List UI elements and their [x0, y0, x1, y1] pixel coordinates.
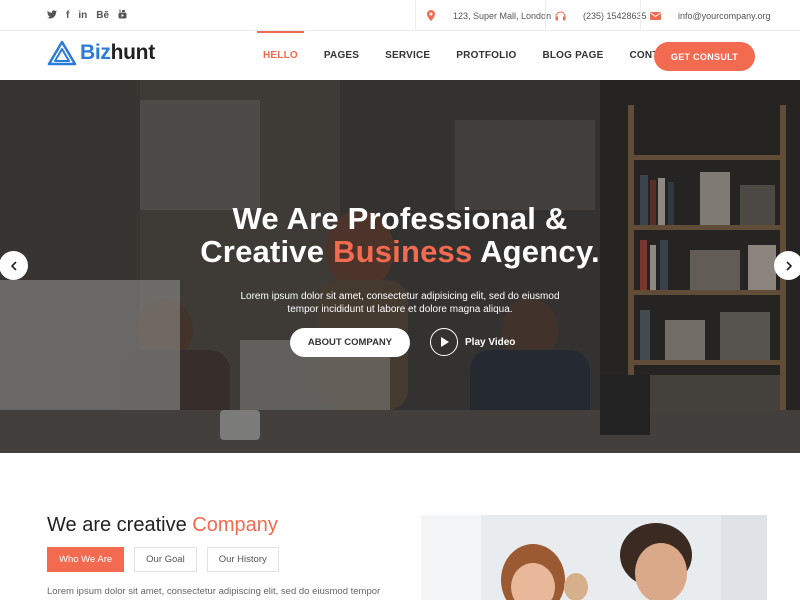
facebook-icon[interactable]: f	[66, 10, 69, 22]
address-item: 123, Super Mall, London	[415, 0, 551, 31]
youtube-icon[interactable]	[118, 9, 127, 23]
hero-subtitle: Lorem ipsum dolor sit amet, consectetur …	[240, 291, 560, 315]
triangle-logo-icon	[47, 40, 77, 66]
about-tabs: Who We Are Our Goal Our History	[47, 547, 279, 572]
play-video-label: Play Video	[465, 336, 516, 348]
tab-our-goal[interactable]: Our Goal	[134, 547, 197, 572]
top-bar: f in Bē 123, Super Mall, London (235) 15…	[0, 0, 800, 31]
main-header: Bizhunt HELLO PAGES SERVICE PROTFOLIO BL…	[0, 31, 800, 80]
headset-icon	[545, 0, 575, 31]
email-text[interactable]: info@yourcompany.org	[670, 11, 771, 21]
map-pin-icon	[415, 0, 445, 31]
address-text: 123, Super Mall, London	[453, 10, 552, 21]
slider-prev-button[interactable]	[0, 251, 28, 280]
email-item: info@yourcompany.org	[640, 0, 771, 31]
hero-title: We Are Professional & Creative Business …	[0, 202, 800, 268]
hero-title-line-1: We Are Professional &	[232, 201, 568, 236]
hero-slider: We Are Professional & Creative Business …	[0, 80, 800, 453]
chevron-right-icon	[785, 260, 792, 271]
behance-icon[interactable]: Bē	[96, 10, 109, 22]
play-video-button[interactable]: Play Video	[430, 328, 515, 356]
hero-content: We Are Professional & Creative Business …	[0, 80, 800, 453]
envelope-icon	[640, 0, 670, 31]
phone-text[interactable]: (235) 15428635	[575, 11, 647, 21]
play-icon	[430, 328, 458, 356]
about-paragraph: Lorem ipsum dolor sit amet, consectetur …	[47, 586, 381, 597]
about-heading: We are creative Company	[47, 514, 278, 536]
team-photo	[421, 515, 767, 600]
tab-our-history[interactable]: Our History	[206, 547, 279, 572]
nav-service[interactable]: SERVICE	[372, 31, 443, 80]
logo[interactable]: Bizhunt	[47, 40, 155, 66]
nav-portfolio[interactable]: PROTFOLIO	[443, 31, 529, 80]
social-links: f in Bē	[47, 9, 127, 23]
logo-text: Bizhunt	[80, 41, 155, 64]
linkedin-icon[interactable]: in	[78, 10, 87, 22]
nav-pages[interactable]: PAGES	[311, 31, 372, 80]
get-consult-button[interactable]: GET CONSULT	[654, 42, 755, 71]
slider-next-button[interactable]	[774, 251, 800, 280]
twitter-icon[interactable]	[47, 9, 57, 23]
main-nav: HELLO PAGES SERVICE PROTFOLIO BLOG PAGE …	[250, 31, 692, 80]
nav-blog-page[interactable]: BLOG PAGE	[529, 31, 616, 80]
chevron-left-icon	[10, 260, 17, 271]
team-photo-image	[421, 515, 767, 600]
tab-who-we-are[interactable]: Who We Are	[47, 547, 125, 572]
nav-hello[interactable]: HELLO	[250, 31, 311, 80]
about-company-button[interactable]: ABOUT COMPANY	[290, 328, 410, 357]
hero-title-line-2: Creative Business Agency.	[200, 234, 600, 269]
phone-item: (235) 15428635	[545, 0, 647, 31]
